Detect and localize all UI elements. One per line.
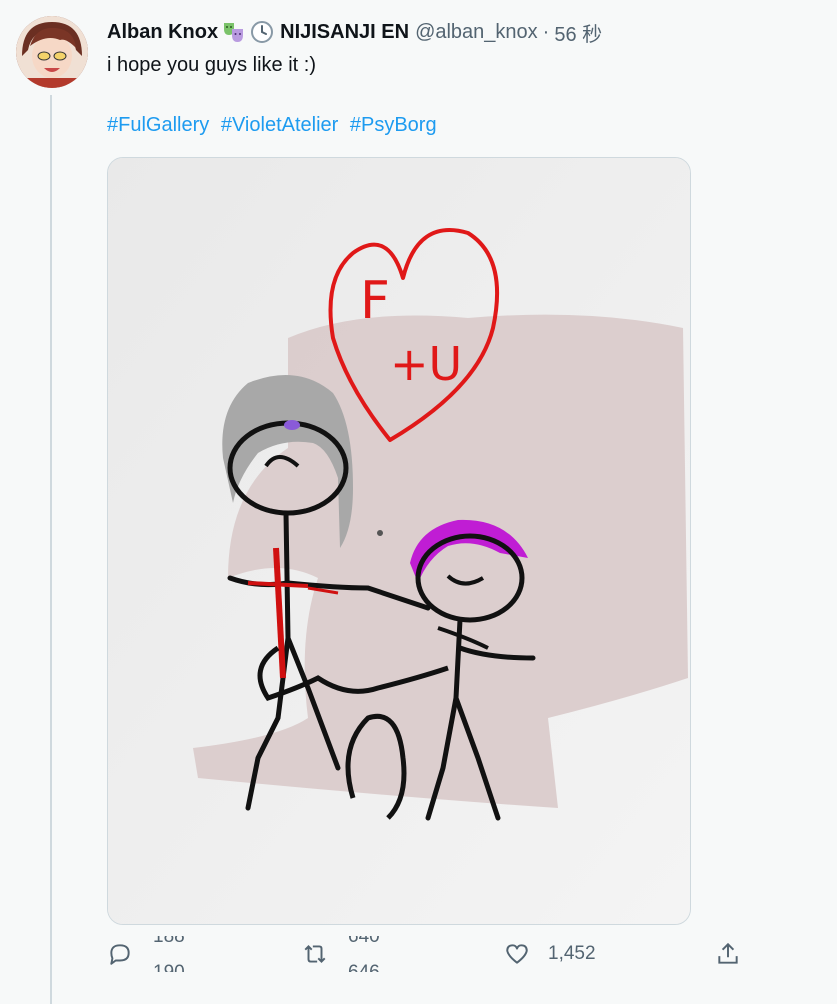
author-name[interactable]: Alban Knox: [107, 21, 218, 44]
hashtag-list: #FulGallery #VioletAtelier #PsyBorg: [107, 112, 443, 138]
drawing: F +U: [108, 158, 690, 924]
drawing-text-u: +U: [390, 337, 462, 391]
like-button[interactable]: 1,452: [504, 934, 596, 974]
retweet-count: 640 646: [348, 936, 398, 972]
drawing-text-f: F: [360, 271, 390, 331]
hashtag-psyborg[interactable]: #PsyBorg: [350, 114, 437, 136]
hashtag-violetatelier[interactable]: #VioletAtelier: [221, 114, 338, 136]
tweet-actions: 188 190 640 646 1,452: [107, 934, 747, 974]
separator-dot: ·: [542, 20, 550, 43]
tweet-header: Alban Knox NIJISANJI EN @alban_knox · 56…: [107, 18, 602, 46]
share-icon: [718, 942, 738, 964]
tweet-image[interactable]: F +U: [107, 157, 691, 925]
retweet-button[interactable]: 640 646: [302, 934, 398, 974]
author-org: NIJISANJI EN: [280, 20, 410, 43]
clock-icon: [250, 20, 274, 44]
avatar[interactable]: [16, 16, 88, 88]
tweet-text: i hope you guys like it :): [107, 54, 316, 76]
thread-line: [50, 95, 52, 1004]
like-count: 1,452: [548, 943, 596, 964]
hashtag-fulgallery[interactable]: #FulGallery: [107, 114, 209, 136]
reply-count-top: 188: [153, 936, 185, 947]
retweet-count-bottom: 646: [348, 960, 380, 972]
author-handle[interactable]: @alban_knox: [415, 21, 538, 44]
reply-button[interactable]: 188 190: [107, 934, 203, 974]
reply-count-bottom: 190: [153, 960, 185, 972]
timestamp[interactable]: 56 秒: [554, 18, 602, 47]
theater-masks-icon: [222, 20, 246, 44]
retweet-icon: [304, 945, 326, 963]
heart-icon: [506, 944, 528, 964]
share-button[interactable]: [715, 934, 741, 974]
retweet-count-top: 640: [348, 936, 380, 947]
reply-count: 188 190: [153, 936, 203, 972]
reply-icon: [110, 944, 130, 965]
